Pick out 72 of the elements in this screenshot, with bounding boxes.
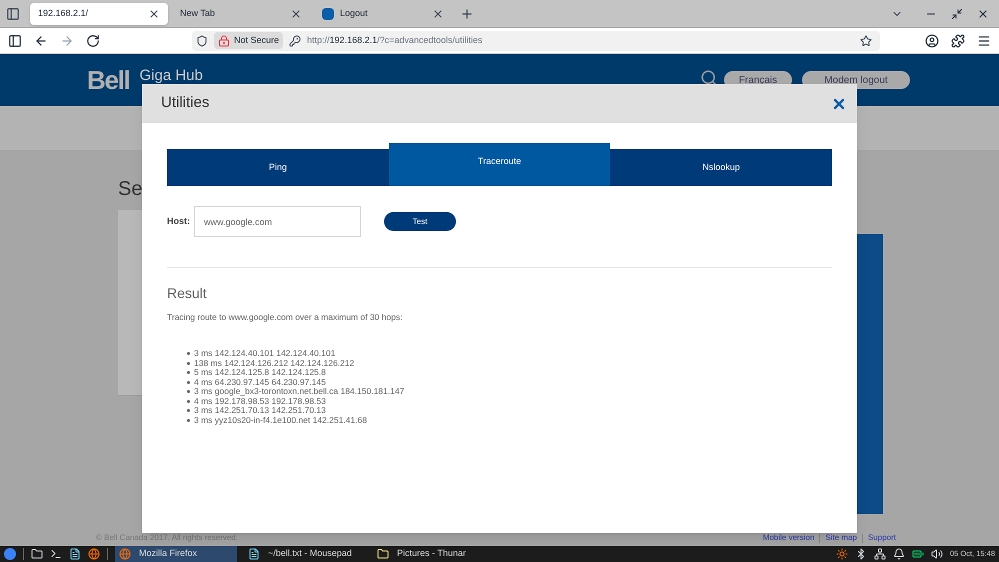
dialog-title: Utilities xyxy=(161,93,210,114)
bullet-icon xyxy=(187,352,190,355)
hop-line: 5 ms 142.124.125.8 142.124.125.8 xyxy=(194,368,326,377)
bullet-icon xyxy=(187,362,190,364)
address-bar[interactable]: Not Secure http://192.168.2.1/?c=advancedtools/utilities xyxy=(192,30,880,50)
bookmark-star-icon[interactable] xyxy=(860,34,872,46)
bullet-icon xyxy=(187,390,190,393)
section-heading: Se xyxy=(118,177,144,202)
terminal-icon[interactable] xyxy=(50,548,62,560)
taskbar-window[interactable]: Pictures - Thunar xyxy=(373,546,495,562)
hop-line: 4 ms 64.230.97.145 64.230.97.145 xyxy=(194,378,326,386)
host-input[interactable]: www.google.com xyxy=(194,206,361,237)
result-heading: Result xyxy=(167,284,208,303)
start-menu-icon[interactable] xyxy=(4,548,16,560)
search-icon[interactable] xyxy=(700,69,718,87)
text-editor-icon xyxy=(248,548,260,560)
taskbar-window[interactable]: Mozilla Firefox xyxy=(115,546,237,562)
product-name: Giga Hub xyxy=(139,66,203,84)
close-window-icon[interactable] xyxy=(977,8,989,20)
footer-link[interactable]: Site map xyxy=(825,532,857,544)
utility-tab[interactable]: Nslookup xyxy=(610,149,832,186)
hop-line: 3 ms google_bx3-torontoxn.net.bell.ca 184.150.181.147 xyxy=(194,387,404,396)
url-text: http://192.168.2.1/?c=advancedtools/utilities xyxy=(307,34,482,47)
hop-line: 4 ms 192.178.98.53 192.178.98.53 xyxy=(194,396,326,406)
forward-icon[interactable] xyxy=(60,34,74,48)
host-label: Host: xyxy=(167,214,191,228)
not-secure-badge[interactable]: Not Secure xyxy=(214,32,284,49)
folder-icon xyxy=(377,548,389,560)
tab-list-icon[interactable] xyxy=(6,6,20,20)
browser-tab[interactable]: Logout xyxy=(314,2,452,24)
extensions-icon[interactable] xyxy=(951,34,965,48)
close-tab-icon[interactable] xyxy=(148,8,160,20)
hop-line: 3 ms 142.251.70.13 142.251.70.13 xyxy=(194,406,326,415)
sidebar-icon[interactable] xyxy=(8,34,22,48)
shield-icon[interactable] xyxy=(196,34,208,46)
bullet-icon xyxy=(187,380,190,384)
reload-icon[interactable] xyxy=(86,34,100,48)
tab-title: Logout xyxy=(340,6,369,20)
menu-icon[interactable] xyxy=(977,34,991,48)
browser-tab[interactable]: 192.168.2.1/ xyxy=(30,2,168,24)
network-icon[interactable] xyxy=(874,548,886,560)
close-tab-icon[interactable] xyxy=(432,8,444,20)
tab-title: New Tab xyxy=(180,6,216,20)
result-intro: Tracing route to www.google.com over a maximum of 30 hops: xyxy=(167,311,404,324)
key-icon[interactable] xyxy=(289,34,302,46)
restore-icon[interactable] xyxy=(951,8,963,20)
close-tab-icon[interactable] xyxy=(290,8,302,20)
hop-line: 138 ms 142.124.126.212 142.124.126.212 xyxy=(194,358,354,368)
tab-title: 192.168.2.1/ xyxy=(38,6,90,20)
footer-link[interactable]: Support xyxy=(868,532,896,544)
bullet-icon xyxy=(187,409,190,412)
notification-icon[interactable] xyxy=(892,548,905,560)
text-editor-icon[interactable] xyxy=(69,548,81,560)
bell-logo[interactable]: Bell xyxy=(87,60,130,100)
hop-line: 3 ms 142.124.40.101 142.124.40.101 xyxy=(194,349,336,358)
hop-line: 3 ms yyz10s20-in-f4.1e100.net 142.251.41.68 xyxy=(194,416,367,424)
footer-link[interactable]: Mobile version xyxy=(762,532,814,544)
volume-icon[interactable] xyxy=(930,548,943,560)
taskbar-window[interactable]: ~/bell.txt - Mousepad xyxy=(244,546,366,562)
back-icon[interactable] xyxy=(34,34,48,48)
account-icon[interactable] xyxy=(925,34,939,48)
new-tab-icon[interactable] xyxy=(460,6,474,20)
test-button[interactable]: Test xyxy=(384,212,456,231)
bullet-icon xyxy=(187,371,190,374)
bullet-icon xyxy=(187,400,190,402)
update-icon[interactable] xyxy=(836,548,848,560)
browser-tab[interactable]: New Tab xyxy=(172,2,310,24)
utility-tab[interactable]: Ping xyxy=(167,149,389,186)
file-manager-icon[interactable] xyxy=(31,548,43,560)
utility-tab[interactable]: Traceroute xyxy=(388,143,610,186)
bullet-icon xyxy=(187,418,190,422)
battery-icon[interactable] xyxy=(912,548,924,560)
